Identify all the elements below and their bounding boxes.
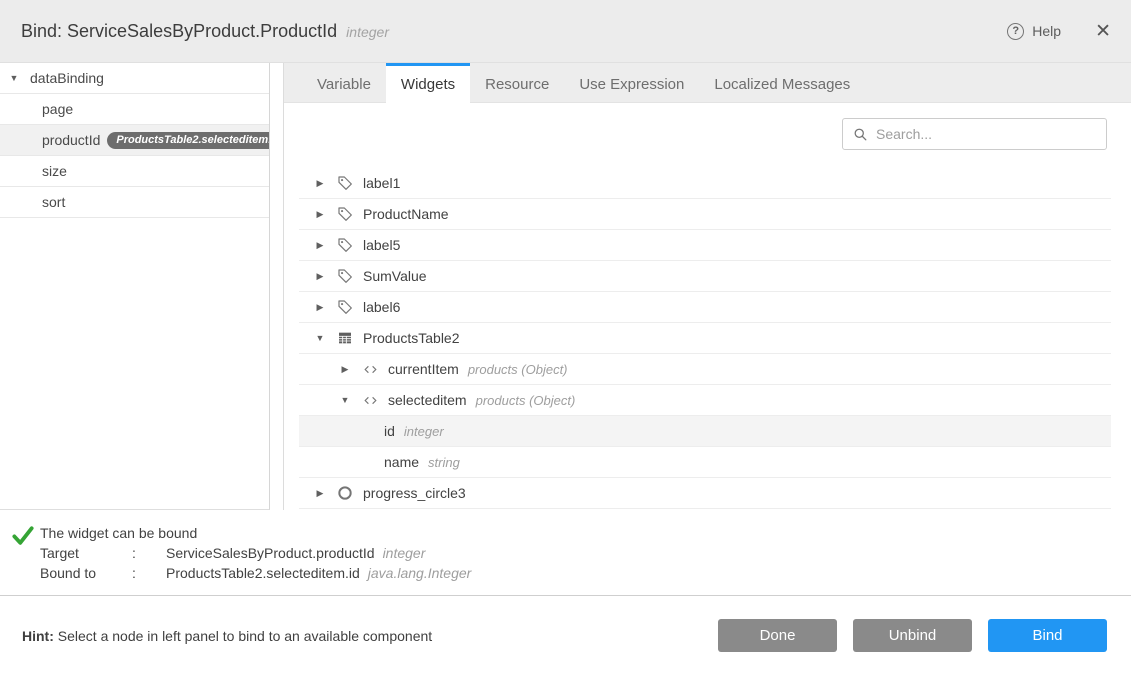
code-icon — [361, 391, 379, 409]
widget-tree: ▶ label1 ▶ ProductName ▶ — [299, 168, 1111, 509]
search-input[interactable] — [876, 126, 1096, 142]
status-value-type: integer — [383, 545, 426, 561]
tree-row-currentitem[interactable]: ▶ currentItem products (Object) — [299, 354, 1111, 385]
tree-row-sumvalue[interactable]: ▶ SumValue — [299, 261, 1111, 292]
tree-row-label: ProductsTable2 — [363, 330, 460, 346]
tag-icon — [336, 298, 354, 316]
tree-row-label6[interactable]: ▶ label6 — [299, 292, 1111, 323]
chevron-right-icon[interactable]: ▶ — [314, 302, 326, 313]
sidebar-item-sort[interactable]: sort — [0, 187, 269, 218]
check-icon — [12, 526, 34, 546]
tab-resource[interactable]: Resource — [470, 63, 564, 102]
chevron-right-icon[interactable]: ▶ — [339, 364, 351, 375]
binding-status: The widget can be bound Target : Service… — [0, 510, 1131, 595]
tree-row-label: name — [384, 454, 419, 470]
chevron-right-icon[interactable]: ▶ — [314, 178, 326, 189]
tag-icon — [336, 205, 354, 223]
status-boundto-row: Bound to : ProductsTable2.selecteditem.i… — [40, 563, 1131, 583]
tag-icon — [336, 267, 354, 285]
help-button[interactable]: ? Help — [1007, 23, 1061, 40]
close-icon[interactable]: ✕ — [1095, 22, 1111, 41]
dialog-title-type: integer — [346, 24, 389, 40]
status-label: Bound to — [40, 563, 132, 583]
tree-row-progress-circle3[interactable]: ▶ progress_circle3 — [299, 478, 1111, 509]
binding-badge: ProductsTable2.selecteditem.id — [107, 132, 270, 149]
tree-row-id[interactable]: id integer — [299, 416, 1111, 447]
help-icon: ? — [1007, 23, 1024, 40]
tree-row-label: label1 — [363, 175, 400, 191]
dialog-header: Bind: ServiceSalesByProduct.ProductId in… — [0, 0, 1131, 63]
chevron-down-icon[interactable]: ▼ — [8, 73, 20, 83]
tree-row-label: label6 — [363, 299, 400, 315]
tree-row-label5[interactable]: ▶ label5 — [299, 230, 1111, 261]
hint-text: Hint: Select a node in left panel to bin… — [22, 628, 432, 644]
sidebar-item-databinding[interactable]: ▼ dataBinding — [0, 63, 269, 94]
table-icon — [336, 329, 354, 347]
chevron-right-icon[interactable]: ▶ — [314, 209, 326, 220]
tag-icon — [336, 174, 354, 192]
bind-dialog: Bind: ServiceSalesByProduct.ProductId in… — [0, 0, 1131, 676]
sidebar-item-label: dataBinding — [30, 70, 104, 86]
status-value: ServiceSalesByProduct.productIdinteger — [166, 543, 1131, 563]
sidebar-item-label: page — [42, 101, 73, 117]
tab-widgets[interactable]: Widgets — [386, 63, 470, 103]
status-target-row: Target : ServiceSalesByProduct.productId… — [40, 543, 1131, 563]
tab-bar: Variable Widgets Resource Use Expression… — [284, 63, 1131, 103]
tree-row-type: string — [428, 455, 460, 470]
chevron-down-icon[interactable]: ▼ — [339, 395, 351, 405]
tag-icon — [336, 236, 354, 254]
sidebar-item-size[interactable]: size — [0, 156, 269, 187]
tab-localized-messages[interactable]: Localized Messages — [699, 63, 865, 102]
tree-row-selecteditem[interactable]: ▼ selecteditem products (Object) — [299, 385, 1111, 416]
status-message: The widget can be bound — [40, 523, 1131, 543]
tree-row-label: label5 — [363, 237, 400, 253]
circle-icon — [336, 484, 354, 502]
binding-source-panel: Variable Widgets Resource Use Expression… — [283, 63, 1131, 510]
chevron-right-icon[interactable]: ▶ — [314, 271, 326, 282]
status-label: Target — [40, 543, 132, 563]
dialog-title: Bind: ServiceSalesByProduct.ProductId — [21, 21, 337, 42]
status-value: ProductsTable2.selecteditem.idjava.lang.… — [166, 563, 1131, 583]
dialog-footer: Hint: Select a node in left panel to bin… — [0, 595, 1131, 675]
tree-row-productstable2[interactable]: ▼ ProductsTable2 — [299, 323, 1111, 354]
status-colon: : — [132, 543, 166, 563]
search-icon — [853, 127, 868, 142]
bind-button[interactable]: Bind — [988, 619, 1107, 652]
tree-row-type: integer — [404, 424, 444, 439]
status-colon: : — [132, 563, 166, 583]
tree-row-label1[interactable]: ▶ label1 — [299, 168, 1111, 199]
unbind-button[interactable]: Unbind — [853, 619, 972, 652]
sidebar-item-label: productId — [42, 132, 100, 148]
sidebar-item-label: sort — [42, 194, 65, 210]
databinding-sidebar: ▼ dataBinding page productId ProductsTab… — [0, 63, 270, 510]
chevron-right-icon[interactable]: ▶ — [314, 240, 326, 251]
help-label: Help — [1032, 23, 1061, 39]
tree-row-name[interactable]: name string — [299, 447, 1111, 478]
tree-row-label: ProductName — [363, 206, 449, 222]
tab-variable[interactable]: Variable — [302, 63, 386, 102]
chevron-down-icon[interactable]: ▼ — [314, 333, 326, 343]
chevron-right-icon[interactable]: ▶ — [314, 488, 326, 499]
tree-row-label: currentItem — [388, 361, 459, 377]
code-icon — [361, 360, 379, 378]
tree-row-label: progress_circle3 — [363, 485, 466, 501]
tree-row-productname[interactable]: ▶ ProductName — [299, 199, 1111, 230]
sidebar-item-productid[interactable]: productId ProductsTable2.selecteditem.id — [0, 125, 269, 156]
search-box — [842, 118, 1107, 150]
panel-gutter — [270, 63, 283, 510]
sidebar-item-label: size — [42, 163, 67, 179]
status-value-type: java.lang.Integer — [368, 565, 472, 581]
tab-use-expression[interactable]: Use Expression — [564, 63, 699, 102]
tree-row-type: products (Object) — [468, 362, 568, 377]
tree-row-label: selecteditem — [388, 392, 467, 408]
tree-row-type: products (Object) — [476, 393, 576, 408]
tree-row-label: SumValue — [363, 268, 427, 284]
tree-row-label: id — [384, 423, 395, 439]
sidebar-item-page[interactable]: page — [0, 94, 269, 125]
done-button[interactable]: Done — [718, 619, 837, 652]
